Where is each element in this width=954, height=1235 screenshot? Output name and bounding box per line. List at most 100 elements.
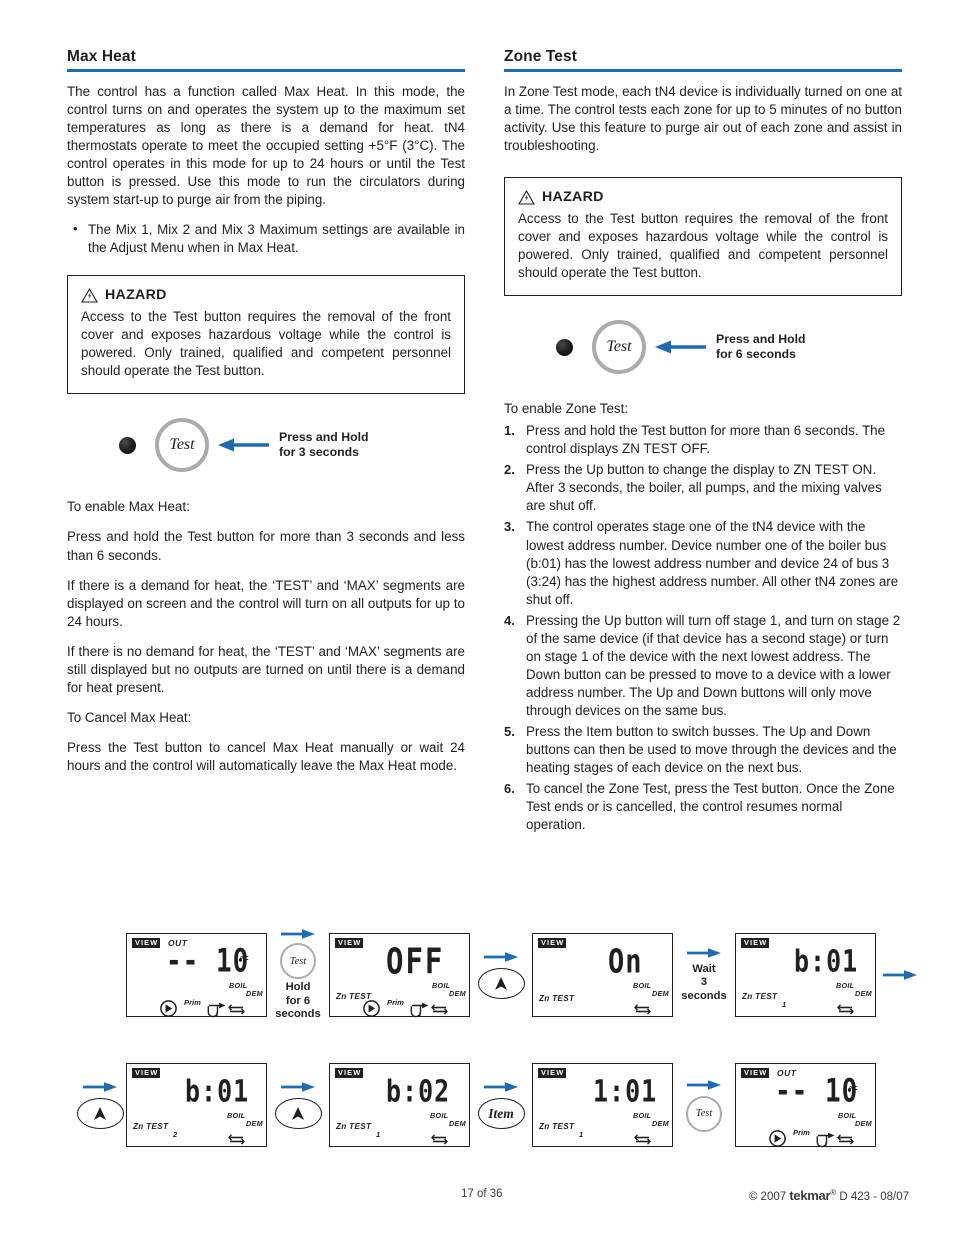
lcd-main-value: On xyxy=(608,943,643,981)
lcd-main-value: b:02 xyxy=(386,1073,451,1109)
flow-connector-up xyxy=(267,1081,329,1129)
item-button-label: Item xyxy=(488,1105,514,1121)
title-rule-right xyxy=(504,69,902,73)
lcd-dem-label: DEM xyxy=(652,1119,669,1128)
lcd-stage-number: 1 xyxy=(376,1130,381,1139)
list-item: Pressing the Up button will turn off sta… xyxy=(504,612,901,718)
lcd-stage-number: 1 xyxy=(579,1130,584,1139)
test-button-callout: Press and Hold for 3 seconds xyxy=(279,430,369,461)
lcd-view-badge: VIEW xyxy=(741,938,770,948)
lcd-view-badge: VIEW xyxy=(132,938,161,948)
lcd-boil-label: BOIL xyxy=(229,981,248,990)
lcd-boil-label: BOIL xyxy=(836,981,855,990)
lcd-zone-test-label: Zn TEST xyxy=(133,1122,169,1131)
lcd-main-value: -- 10 xyxy=(775,1073,859,1110)
lcd-prim-label: Prim xyxy=(184,998,201,1007)
hazard-label: HAZARD xyxy=(105,287,167,304)
document-page: Max Heat The control has a function call… xyxy=(0,0,954,1235)
test-button-callout: Press and Hold for 6 seconds xyxy=(716,332,806,363)
led-indicator-icon xyxy=(556,338,573,356)
callout-line-1: Press and Hold xyxy=(716,331,806,346)
item-button[interactable]: Item xyxy=(477,1098,525,1129)
lcd-boil-label: BOIL xyxy=(633,1111,652,1120)
test-button[interactable]: Test xyxy=(686,1095,722,1132)
flow-connector-trailing xyxy=(876,969,924,981)
lcd-view-badge: VIEW xyxy=(741,1068,770,1078)
document-code: D 423 - 08/07 xyxy=(839,1191,909,1203)
lcd-main-value: b:01 xyxy=(185,1073,250,1109)
lcd-zone-test-label: Zn TEST xyxy=(539,1122,575,1131)
flow-row-1: VIEW OUT -- 10 °F BOIL DEM Prim Test Hol… xyxy=(126,923,924,1027)
lcd-screen: VIEW OFF BOIL DEM Zn TEST Prim xyxy=(329,933,470,1018)
lcd-zone-test-label: Zn TEST xyxy=(742,992,778,1001)
arrow-right-icon xyxy=(883,970,917,980)
registered-mark-icon: ® xyxy=(830,1188,837,1198)
flow-connector-up xyxy=(74,1081,126,1129)
lcd-screen: VIEW 1:01 BOIL DEM Zn TEST 1 xyxy=(532,1063,673,1147)
lcd-zone-test-label: Zn TEST xyxy=(336,1122,372,1131)
up-button[interactable] xyxy=(477,968,525,999)
step-paragraph: If there is no demand for heat, the ‘TES… xyxy=(67,643,465,695)
copyright-line: © 2007 tekmar® D 423 - 08/07 xyxy=(749,1188,909,1203)
arrow-left-icon xyxy=(655,340,706,354)
lcd-view-badge: VIEW xyxy=(538,1068,567,1078)
hazard-header: HAZARD xyxy=(518,189,888,205)
lcd-degree-unit: °F xyxy=(240,954,249,964)
list-item: The Mix 1, Mix 2 and Mix 3 Maximum setti… xyxy=(67,220,465,257)
led-indicator-icon xyxy=(119,436,136,454)
lcd-boil-label: BOIL xyxy=(227,1111,246,1120)
step-paragraph: If there is a demand for heat, the ‘TEST… xyxy=(67,577,465,629)
flow-connector-test: Test Hold for 6 seconds xyxy=(267,928,329,1021)
up-button[interactable] xyxy=(274,1098,322,1129)
test-button[interactable]: Test xyxy=(155,418,209,473)
flow-connector-item: Item xyxy=(470,1081,532,1129)
arrow-right-icon xyxy=(484,1082,518,1092)
arrow-left-icon xyxy=(218,438,269,452)
step-paragraph: Press the Test button to cancel Max Heat… xyxy=(67,739,465,773)
test-button-label: Test xyxy=(606,338,632,356)
max-heat-bullet-list: The Mix 1, Mix 2 and Mix 3 Maximum setti… xyxy=(67,220,465,257)
hazard-warning-icon xyxy=(518,189,535,205)
brand-name: tekmar xyxy=(789,1188,831,1203)
hazard-header: HAZARD xyxy=(81,287,451,303)
flow-connector-up xyxy=(470,951,532,999)
flow-row-2: VIEW b:01 BOIL DEM Zn TEST 2 VIEW b:02 B… xyxy=(74,1053,876,1157)
lcd-stage-number: 2 xyxy=(173,1130,178,1139)
hazard-body-text: Access to the Test button requires the r… xyxy=(518,211,888,281)
hazard-body-text: Access to the Test button requires the r… xyxy=(81,309,451,379)
test-button-illustration-left: Test Press and Hold for 3 seconds xyxy=(119,418,465,473)
page-number: 17 of 36 xyxy=(461,1188,503,1200)
lcd-valve-piping-icon xyxy=(634,1134,651,1145)
test-button[interactable]: Test xyxy=(592,320,646,375)
lcd-view-badge: VIEW xyxy=(132,1068,161,1078)
connector-caption: Hold for 6 seconds xyxy=(275,981,321,1021)
lcd-dem-label: DEM xyxy=(855,1119,872,1128)
flow-connector-wait: Wait 3 seconds xyxy=(673,947,735,1003)
arrow-right-icon xyxy=(83,1082,117,1092)
lcd-prim-label: Prim xyxy=(387,998,404,1007)
lcd-valve-piping-icon xyxy=(228,1134,245,1145)
lcd-boil-label: BOIL xyxy=(838,1111,857,1120)
lcd-screen: VIEW b:01 BOIL DEM Zn TEST 2 xyxy=(126,1063,267,1147)
list-item: Press the Up button to change the displa… xyxy=(504,461,882,514)
lcd-dem-label: DEM xyxy=(652,989,669,998)
step-paragraph: Press and hold the Test button for more … xyxy=(67,529,465,563)
lcd-dem-label: DEM xyxy=(246,989,263,998)
lcd-boil-label: BOIL xyxy=(633,981,652,990)
lcd-screen: VIEW OUT -- 10 °F BOIL DEM Prim xyxy=(735,1063,876,1148)
lcd-dem-label: DEM xyxy=(246,1119,263,1128)
hazard-box-left: HAZARD Access to the Test button require… xyxy=(67,275,465,395)
lcd-screen: VIEW b:02 BOIL DEM Zn TEST 1 xyxy=(329,1063,470,1147)
lcd-dem-label: DEM xyxy=(449,989,466,998)
test-button-label: Test xyxy=(169,436,195,454)
lcd-degree-unit: °F xyxy=(849,1084,858,1094)
up-button[interactable] xyxy=(76,1098,124,1129)
test-button-label: Test xyxy=(695,1108,713,1119)
lcd-valve-piping-icon xyxy=(816,1132,854,1148)
list-item: Press the Item button to switch busses. … xyxy=(504,723,897,775)
test-button[interactable]: Test xyxy=(280,943,316,980)
callout-line-2: for 3 seconds xyxy=(279,445,359,460)
lcd-zone-test-label: Zn TEST xyxy=(539,994,575,1003)
callout-line-2: for 6 seconds xyxy=(716,347,796,362)
list-item: To cancel the Zone Test, press the Test … xyxy=(504,780,895,832)
